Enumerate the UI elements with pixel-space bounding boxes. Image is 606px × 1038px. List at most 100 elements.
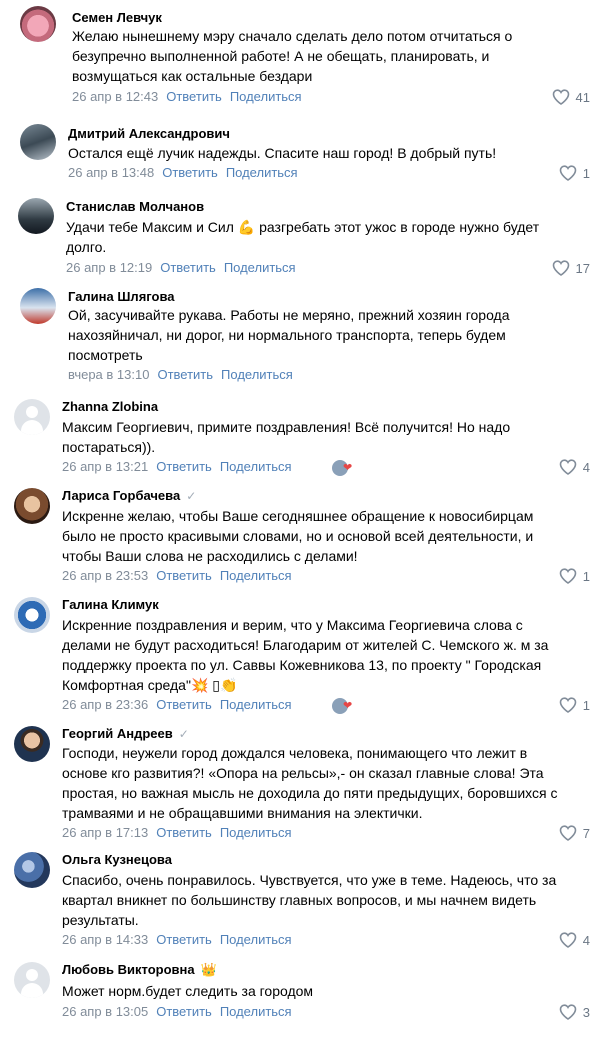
- like-count: 17: [575, 260, 590, 276]
- verified-icon: ✓: [186, 489, 197, 503]
- comment-meta: 26 апр в 17:13 Ответить Поделиться: [62, 825, 292, 841]
- comment-text: Остался ещё лучик надежды. Спасите наш г…: [68, 145, 497, 161]
- comment-date[interactable]: 26 апр в 17:13: [62, 825, 148, 840]
- like-count: 7: [582, 825, 590, 841]
- like-count: 41: [575, 89, 590, 105]
- share-link[interactable]: Поделиться: [220, 697, 292, 712]
- comment-text: Максим Георгиевич, примите поздравления!…: [62, 419, 511, 455]
- like-count: 4: [582, 932, 590, 948]
- comment-text: Ой, засучивайте рукава. Работы не меряно…: [68, 307, 510, 363]
- comment-date[interactable]: 26 апр в 13:05: [62, 1004, 148, 1019]
- comment-date[interactable]: 26 апр в 23:53: [62, 568, 148, 583]
- avatar[interactable]: [18, 198, 54, 234]
- like-button[interactable]: 17: [552, 260, 590, 276]
- like-count: 1: [582, 568, 590, 584]
- share-link[interactable]: Поделиться: [220, 825, 292, 840]
- author-liked-badge[interactable]: ❤: [332, 698, 356, 714]
- like-button[interactable]: 1: [559, 697, 590, 713]
- reply-link[interactable]: Ответить: [157, 367, 213, 382]
- comment-date[interactable]: 26 апр в 23:36: [62, 697, 148, 712]
- share-link[interactable]: Поделиться: [226, 165, 298, 180]
- comment-date[interactable]: 26 апр в 13:21: [62, 459, 148, 474]
- share-link[interactable]: Поделиться: [230, 89, 302, 104]
- comment-date[interactable]: вчера в 13:10: [68, 367, 149, 382]
- reply-link[interactable]: Ответить: [156, 568, 212, 583]
- author-name[interactable]: Семен Левчук: [72, 10, 162, 25]
- avatar[interactable]: [14, 488, 50, 524]
- comment-date[interactable]: 26 апр в 14:33: [62, 932, 148, 947]
- heart-icon: [552, 89, 569, 105]
- heart-icon: [559, 459, 577, 475]
- reply-link[interactable]: Ответить: [166, 89, 222, 104]
- reply-link[interactable]: Ответить: [160, 260, 216, 275]
- author-name[interactable]: Лариса Горбачева ✓: [62, 488, 196, 503]
- avatar[interactable]: [20, 288, 56, 324]
- comment-date[interactable]: 26 апр в 12:19: [66, 260, 152, 275]
- heart-icon: [559, 1004, 577, 1020]
- crown-icon: 👑: [200, 962, 217, 977]
- comment-meta: 26 апр в 13:48 Ответить Поделиться: [68, 165, 298, 181]
- reply-link[interactable]: Ответить: [156, 1004, 212, 1019]
- comment-text: Может норм.будет следить за городом: [62, 983, 314, 999]
- comment-meta: 26 апр в 14:33 Ответить Поделиться: [62, 932, 292, 948]
- reply-link[interactable]: Ответить: [156, 825, 212, 840]
- like-button[interactable]: 3: [559, 1004, 590, 1020]
- avatar[interactable]: [14, 726, 50, 762]
- heart-icon: ❤: [343, 700, 353, 712]
- author-name-text: Любовь Викторовна: [62, 962, 195, 977]
- author-name-text: Лариса Горбачева: [62, 488, 181, 503]
- verified-icon: ✓: [178, 727, 189, 741]
- author-name[interactable]: Ольга Кузнецова: [62, 852, 172, 867]
- reply-link[interactable]: Ответить: [162, 165, 218, 180]
- like-count: 4: [582, 459, 590, 475]
- like-button[interactable]: 41: [552, 89, 590, 105]
- like-count: 1: [582, 165, 590, 181]
- heart-icon: [559, 697, 577, 713]
- like-button[interactable]: 7: [559, 825, 590, 841]
- comment-meta: 26 апр в 23:53 Ответить Поделиться: [62, 568, 292, 584]
- share-link[interactable]: Поделиться: [221, 367, 293, 382]
- share-link[interactable]: Поделиться: [220, 568, 292, 583]
- author-name[interactable]: Станислав Молчанов: [66, 199, 204, 214]
- heart-icon: [559, 165, 577, 181]
- author-liked-badge[interactable]: ❤: [332, 460, 356, 476]
- author-name-text: Георгий Андреев: [62, 726, 173, 741]
- comment-date[interactable]: 26 апр в 13:48: [68, 165, 154, 180]
- comment-text: Спасибо, очень понравилось. Чувствуется,…: [62, 872, 557, 928]
- reply-link[interactable]: Ответить: [156, 697, 212, 712]
- comment-date[interactable]: 26 апр в 12:43: [72, 89, 158, 104]
- comment-text: Желаю нынешнему мэру сначало сделать дел…: [72, 28, 513, 84]
- share-link[interactable]: Поделиться: [220, 932, 292, 947]
- comment-meta: 26 апр в 13:05 Ответить Поделиться: [62, 1004, 292, 1020]
- avatar[interactable]: [20, 6, 56, 42]
- share-link[interactable]: Поделиться: [224, 260, 296, 275]
- comment-meta: 26 апр в 12:43 Ответить Поделиться: [72, 89, 302, 105]
- like-button[interactable]: 4: [559, 459, 590, 475]
- avatar[interactable]: [14, 399, 50, 435]
- author-name[interactable]: Любовь Викторовна 👑: [62, 962, 217, 978]
- like-button[interactable]: 4: [559, 932, 590, 948]
- heart-icon: [552, 260, 569, 276]
- avatar[interactable]: [14, 962, 50, 998]
- author-name[interactable]: Zhanna Zlobina: [62, 399, 158, 414]
- like-button[interactable]: 1: [559, 165, 590, 181]
- like-count: 1: [582, 697, 590, 713]
- comment-text: Господи, неужели город дождался человека…: [62, 745, 558, 821]
- avatar[interactable]: [20, 124, 56, 160]
- avatar[interactable]: [14, 597, 50, 633]
- author-name[interactable]: Галина Климук: [62, 597, 159, 612]
- share-link[interactable]: Поделиться: [220, 459, 292, 474]
- share-link[interactable]: Поделиться: [220, 1004, 292, 1019]
- avatar[interactable]: [14, 852, 50, 888]
- comment-text: Искренние поздравления и верим, что у Ма…: [62, 617, 549, 693]
- author-name[interactable]: Георгий Андреев ✓: [62, 726, 189, 741]
- author-name[interactable]: Дмитрий Александрович: [68, 126, 230, 141]
- like-button[interactable]: 1: [559, 568, 590, 584]
- heart-icon: ❤: [343, 462, 353, 474]
- author-name[interactable]: Галина Шлягова: [68, 289, 175, 304]
- reply-link[interactable]: Ответить: [156, 932, 212, 947]
- reply-link[interactable]: Ответить: [156, 459, 212, 474]
- comment-text: Удачи тебе Максим и Сил 💪 разгребать это…: [66, 219, 540, 255]
- like-count: 3: [582, 1004, 590, 1020]
- heart-icon: [559, 825, 577, 841]
